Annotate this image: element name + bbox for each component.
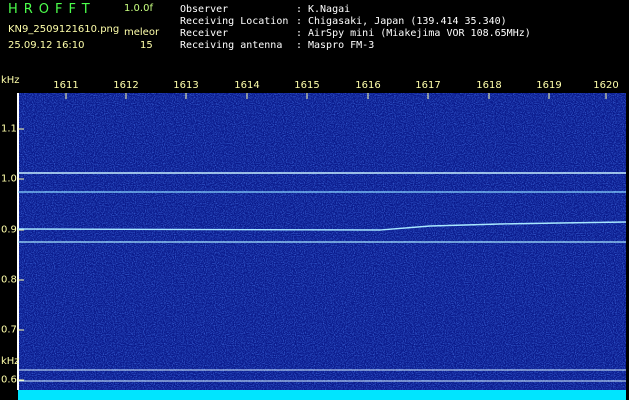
bottom-band	[18, 390, 626, 400]
freq-label: 1.1	[1, 123, 17, 135]
time-label: 1617	[415, 80, 441, 91]
freq-axis-unit-bottom: kHz	[1, 356, 20, 367]
freq-label: 1.0	[1, 173, 17, 185]
freq-axis-unit: kHz	[1, 75, 20, 86]
freq-label: 0.9	[1, 224, 17, 236]
time-label: 1615	[294, 80, 320, 91]
time-label: 1618	[476, 80, 502, 91]
time-label: 1611	[53, 80, 79, 91]
time-label: 1612	[113, 80, 139, 91]
time-label: 1613	[173, 80, 199, 91]
time-label: 1620	[593, 80, 619, 91]
freq-label: 0.6	[1, 374, 17, 386]
freq-label: 0.7	[1, 324, 17, 336]
spectrogram	[17, 93, 627, 400]
time-label: 1619	[536, 80, 562, 91]
time-label: 1614	[234, 80, 260, 91]
time-label: 1616	[355, 80, 381, 91]
freq-label: 0.8	[1, 274, 17, 286]
